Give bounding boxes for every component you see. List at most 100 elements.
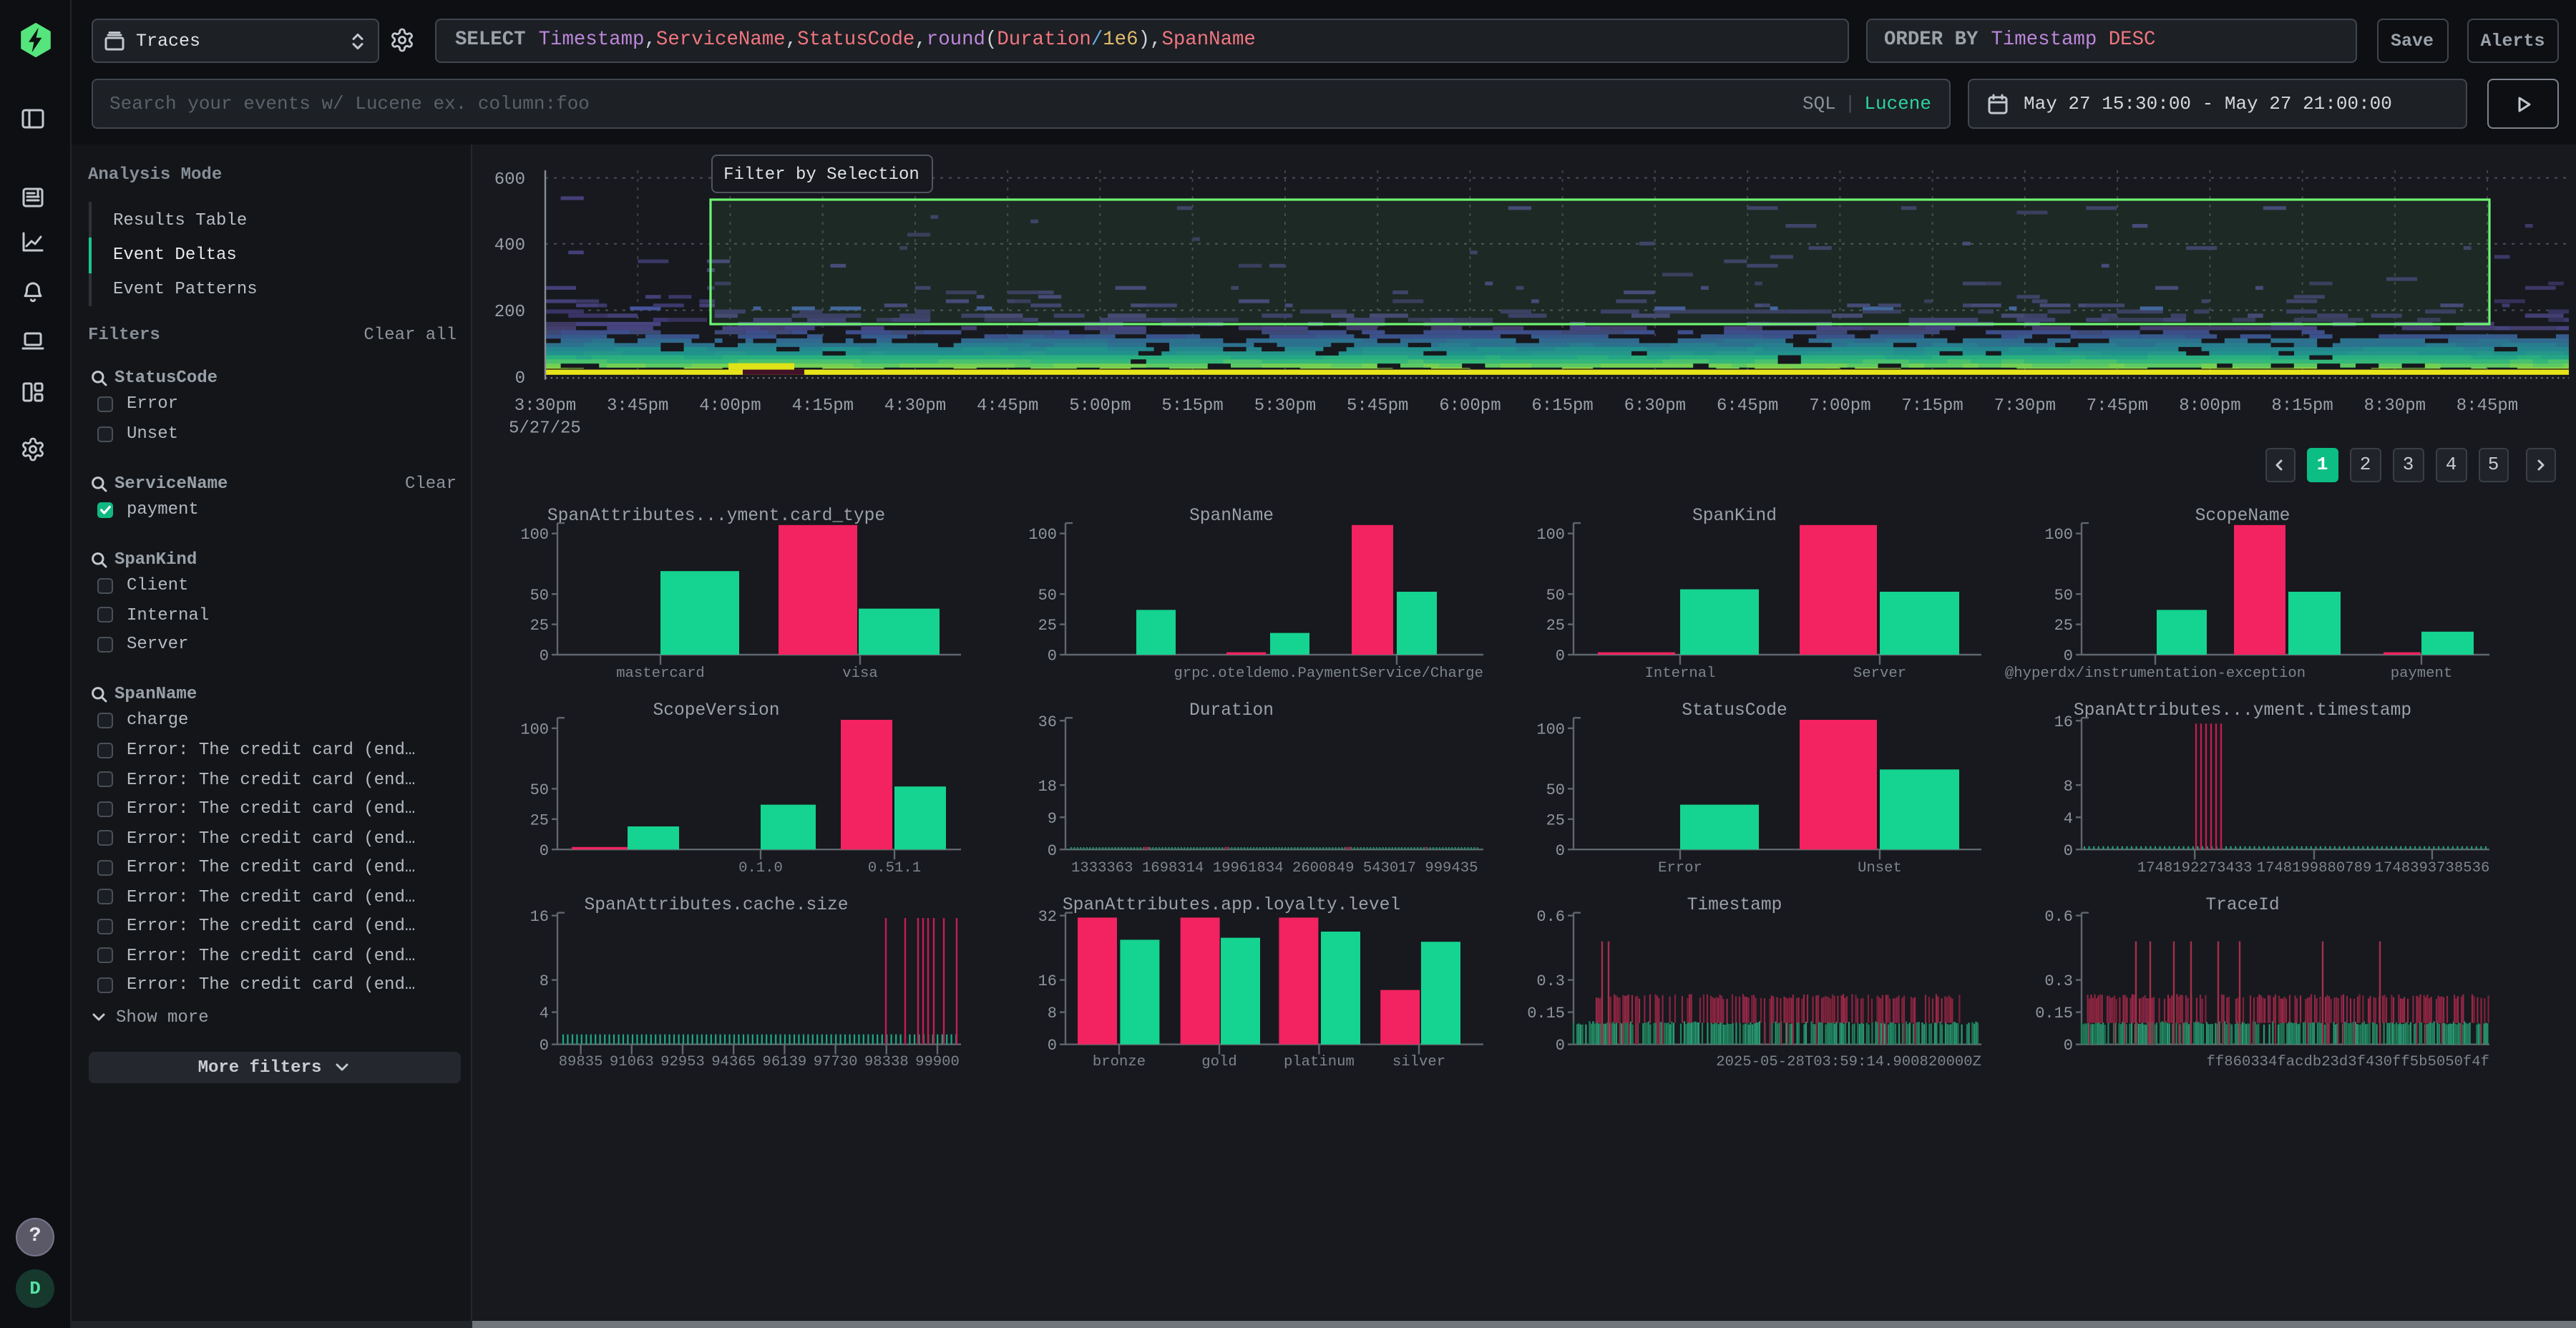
svg-text:25: 25 (530, 811, 549, 829)
svg-text:0: 0 (2064, 648, 2073, 665)
svg-text:600: 600 (494, 170, 525, 190)
svg-text:100: 100 (1536, 721, 1565, 738)
svg-text:7:15pm: 7:15pm (1901, 396, 1963, 416)
svg-text:5:45pm: 5:45pm (1347, 396, 1408, 416)
svg-text:mastercard: mastercard (616, 665, 705, 682)
svg-text:32: 32 (1038, 908, 1057, 926)
svg-text:100: 100 (520, 721, 549, 738)
svg-text:0.3: 0.3 (1536, 972, 1565, 990)
svg-text:SpanAttributes.app.loyalty.lev: SpanAttributes.app.loyalty.level (1063, 896, 1400, 915)
svg-text:8:45pm: 8:45pm (2457, 396, 2518, 416)
svg-text:50: 50 (530, 781, 549, 799)
svg-text:25: 25 (2054, 617, 2073, 635)
svg-text:0.3: 0.3 (2044, 972, 2073, 990)
svg-text:1748192273433: 1748192273433 (2137, 860, 2253, 877)
svg-text:bronze: bronze (1093, 1054, 1146, 1070)
svg-text:94365: 94365 (711, 1054, 756, 1070)
svg-text:6:45pm: 6:45pm (1717, 396, 1778, 416)
svg-text:5:00pm: 5:00pm (1069, 396, 1131, 416)
svg-text:18: 18 (1038, 778, 1057, 796)
svg-text:8:15pm: 8:15pm (2271, 396, 2333, 416)
svg-text:50: 50 (530, 587, 549, 605)
svg-text:25: 25 (530, 617, 549, 635)
svg-text:6:30pm: 6:30pm (1624, 396, 1686, 416)
svg-text:50: 50 (2054, 587, 2073, 605)
svg-text:400: 400 (494, 236, 525, 255)
svg-text:SpanKind: SpanKind (1692, 507, 1777, 526)
svg-text:7:45pm: 7:45pm (2087, 396, 2148, 416)
svg-text:SpanAttributes...yment.timesta: SpanAttributes...yment.timestamp (2074, 701, 2411, 721)
svg-text:Error: Error (1658, 860, 1702, 877)
svg-text:6:15pm: 6:15pm (1531, 396, 1593, 416)
svg-text:visa: visa (842, 665, 877, 682)
svg-text:98338: 98338 (864, 1054, 909, 1070)
svg-text:96139: 96139 (763, 1054, 807, 1070)
svg-text:1748393738536: 1748393738536 (2375, 860, 2490, 877)
svg-text:0.6: 0.6 (2044, 908, 2073, 926)
svg-text:@hyperdx/instrumentation-excep: @hyperdx/instrumentation-exception (2005, 665, 2306, 682)
svg-text:50: 50 (1546, 781, 1565, 799)
svg-text:36: 36 (1038, 713, 1057, 731)
svg-text:100: 100 (1028, 526, 1057, 544)
svg-text:0: 0 (1556, 842, 1565, 860)
svg-text:0.6: 0.6 (1536, 908, 1565, 926)
svg-text:99900: 99900 (915, 1054, 960, 1070)
svg-text:0: 0 (1556, 648, 1565, 665)
svg-text:8:30pm: 8:30pm (2364, 396, 2426, 416)
svg-text:0.15: 0.15 (2035, 1005, 2073, 1022)
svg-text:4: 4 (2064, 810, 2073, 828)
svg-text:4:30pm: 4:30pm (884, 396, 946, 416)
svg-text:7:00pm: 7:00pm (1809, 396, 1870, 416)
svg-text:8:00pm: 8:00pm (2179, 396, 2240, 416)
svg-text:5:15pm: 5:15pm (1161, 396, 1223, 416)
svg-text:6:00pm: 6:00pm (1439, 396, 1501, 416)
svg-text:50: 50 (1546, 587, 1565, 605)
svg-text:1748199880789: 1748199880789 (2257, 860, 2372, 877)
svg-text:0: 0 (515, 369, 525, 389)
svg-text:0: 0 (540, 648, 549, 665)
svg-text:ScopeVersion: ScopeVersion (653, 701, 779, 721)
svg-text:TraceId: TraceId (2205, 896, 2279, 915)
svg-text:0: 0 (2064, 842, 2073, 860)
svg-text:100: 100 (520, 526, 549, 544)
svg-text:0: 0 (1048, 648, 1057, 665)
svg-text:SpanAttributes.cache.size: SpanAttributes.cache.size (585, 896, 849, 915)
svg-text:8: 8 (2064, 778, 2073, 796)
svg-text:4:15pm: 4:15pm (792, 396, 854, 416)
svg-text:100: 100 (2044, 526, 2073, 544)
svg-text:0.15: 0.15 (1527, 1005, 1565, 1022)
svg-text:16: 16 (1038, 972, 1057, 990)
svg-text:4: 4 (540, 1005, 549, 1022)
svg-text:9: 9 (1048, 810, 1057, 828)
svg-text:platinum: platinum (1284, 1054, 1355, 1070)
svg-text:2025-05-28T03:59:14.900820000Z: 2025-05-28T03:59:14.900820000Z (1716, 1054, 1981, 1070)
svg-text:4:45pm: 4:45pm (977, 396, 1038, 416)
svg-text:3:30pm: 3:30pm (514, 396, 576, 416)
svg-text:25: 25 (1038, 617, 1057, 635)
svg-text:8: 8 (540, 972, 549, 990)
svg-text:0: 0 (1556, 1037, 1565, 1055)
svg-text:0: 0 (1048, 1037, 1057, 1055)
svg-text:Server: Server (1853, 665, 1906, 682)
svg-text:0: 0 (540, 1037, 549, 1055)
svg-text:92953: 92953 (660, 1054, 705, 1070)
svg-text:25: 25 (1546, 811, 1565, 829)
svg-text:SpanName: SpanName (1189, 507, 1274, 526)
svg-text:ScopeName: ScopeName (2195, 507, 2290, 526)
svg-text:Unset: Unset (1858, 860, 1902, 877)
svg-text:payment: payment (2391, 665, 2453, 682)
svg-text:0.51.1: 0.51.1 (868, 860, 921, 877)
svg-text:200: 200 (494, 303, 525, 322)
svg-text:8: 8 (1048, 1005, 1057, 1022)
svg-text:Duration: Duration (1189, 701, 1274, 721)
svg-text:1333363 1698314 19961834 26008: 1333363 1698314 19961834 2600849 543017 … (1071, 860, 1478, 877)
svg-text:ff860334facdb23d3f430ff5b5050f: ff860334facdb23d3f430ff5b5050f4f (2207, 1054, 2489, 1070)
svg-text:0: 0 (1048, 842, 1057, 860)
svg-text:0.1.0: 0.1.0 (738, 860, 783, 877)
svg-text:SpanAttributes...yment.card_ty: SpanAttributes...yment.card_type (547, 507, 885, 526)
svg-text:91063: 91063 (610, 1054, 654, 1070)
svg-text:gold: gold (1201, 1054, 1236, 1070)
svg-text:89835: 89835 (559, 1054, 603, 1070)
svg-text:97730: 97730 (814, 1054, 858, 1070)
svg-text:50: 50 (1038, 587, 1057, 605)
